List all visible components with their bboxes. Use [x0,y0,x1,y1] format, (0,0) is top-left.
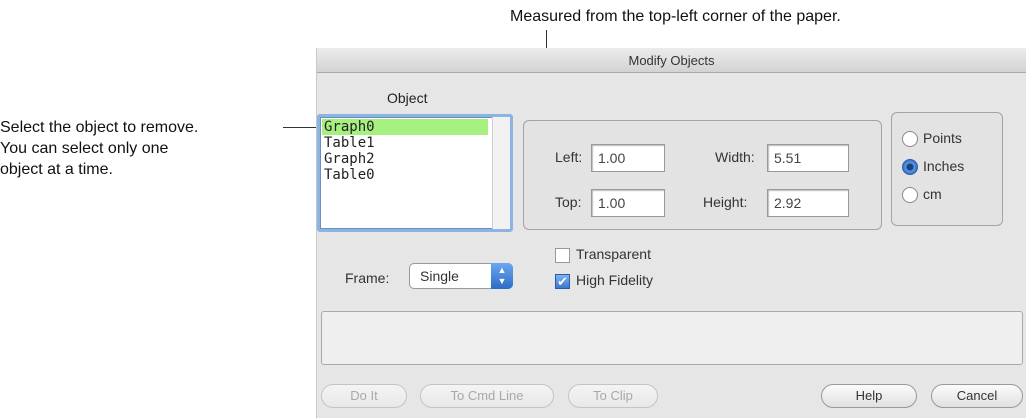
top-field[interactable]: 1.00 [591,189,665,217]
radio-points[interactable]: Points [902,130,962,148]
list-item[interactable]: Table1 [322,135,488,151]
do-it-button[interactable]: Do It [321,384,407,408]
frame-label: Frame: [345,270,390,286]
listbox-scrollbar[interactable] [492,117,510,229]
radio-button-selected-icon[interactable] [902,159,918,176]
left-label: Left: [555,149,583,165]
checkbox-icon[interactable] [555,247,570,263]
dialog-title: Modify Objects [317,48,1026,73]
list-item[interactable]: Table0 [322,167,488,183]
high-fidelity-label: High Fidelity [576,272,654,288]
to-clip-button[interactable]: To Clip [568,384,658,408]
left-annotation-leader [283,127,319,128]
frame-popup-value: Single [420,268,459,284]
checkmark-icon[interactable]: ✔ [555,273,570,289]
radio-button-icon[interactable] [902,187,918,204]
top-annotation: Measured from the top-left corner of the… [510,8,841,25]
width-label: Width: [715,149,755,165]
object-listbox[interactable]: Graph0 Table1 Graph2 Table0 [317,114,513,232]
transparent-checkbox-row[interactable]: Transparent [555,246,651,263]
left-annotation-line-3: object at a time. [0,161,113,178]
radio-button-icon[interactable] [902,131,918,148]
radio-cm[interactable]: cm [902,186,942,204]
object-label: Object [387,90,428,106]
left-annotation-line-2: You can select only one [0,140,169,157]
inches-label: Inches [923,158,965,174]
help-button[interactable]: Help [821,384,917,408]
to-cmd-line-button[interactable]: To Cmd Line [420,384,554,408]
high-fidelity-checkbox-row[interactable]: ✔ High Fidelity [555,272,653,289]
cm-label: cm [923,186,942,202]
left-field[interactable]: 1.00 [591,144,665,172]
updown-arrows-icon: ▲ ▼ [491,263,513,289]
list-item[interactable]: Graph0 [322,119,488,135]
command-output-area [321,311,1023,365]
width-field[interactable]: 5.51 [767,144,849,172]
height-field[interactable]: 2.92 [767,189,849,217]
cancel-button[interactable]: Cancel [931,384,1023,408]
radio-inches[interactable]: Inches [902,158,965,176]
top-label: Top: [555,194,582,210]
modify-objects-dialog: Modify Objects Object Graph0 Table1 Grap… [316,48,1026,418]
left-annotation-line-1: Select the object to remove. [0,119,199,136]
height-label: Height: [703,194,748,210]
transparent-label: Transparent [576,246,651,262]
list-item[interactable]: Graph2 [322,151,488,167]
points-label: Points [923,130,962,146]
frame-popup[interactable]: Single ▲ ▼ [409,263,513,289]
